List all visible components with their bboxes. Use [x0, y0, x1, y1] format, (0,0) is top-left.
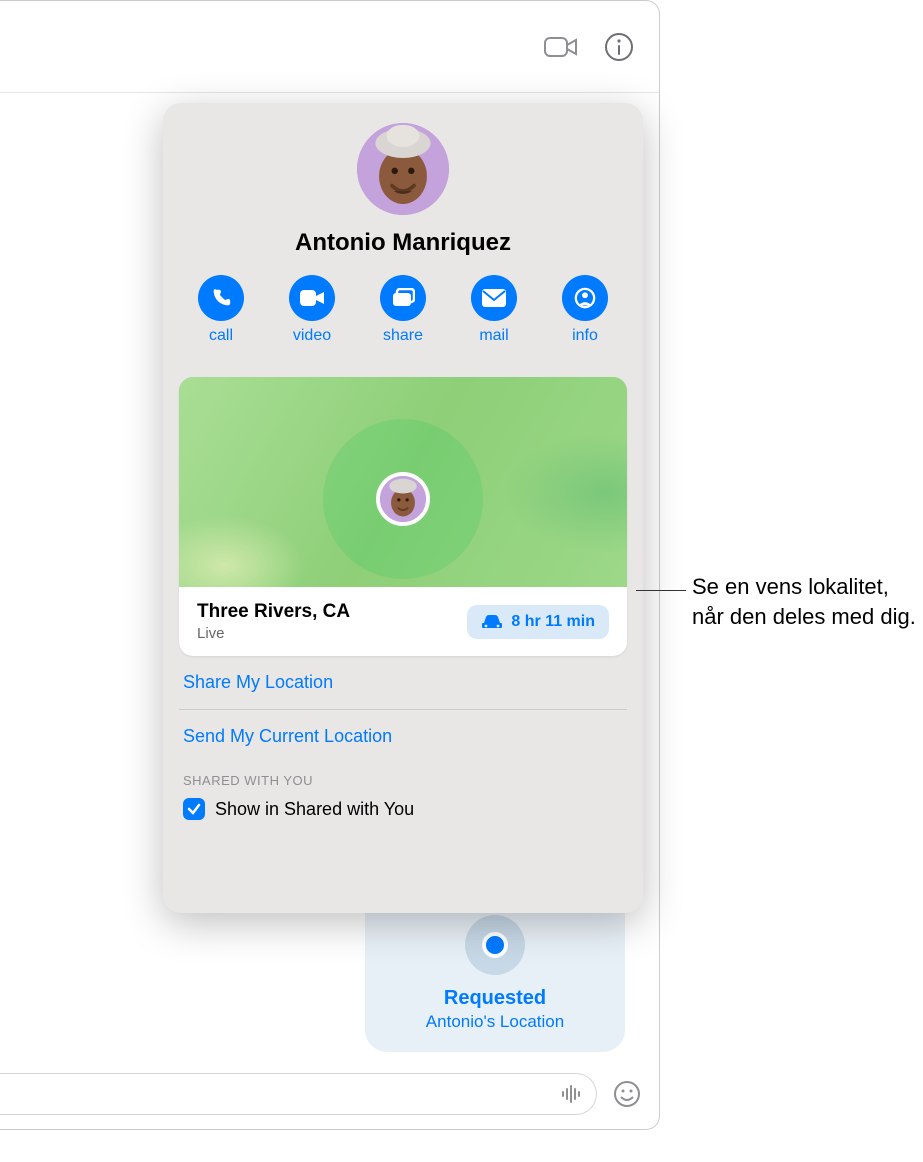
location-pin-icon	[465, 915, 525, 975]
callout-line	[636, 590, 686, 591]
contact-action-row: call video share	[183, 275, 623, 345]
waveform-icon	[561, 1085, 583, 1103]
bubble-title: Requested	[444, 987, 546, 1010]
bubble-subtitle: Antonio's Location	[426, 1012, 564, 1032]
message-input[interactable]	[0, 1073, 597, 1115]
contact-name: Antonio Manriquez	[295, 229, 511, 257]
location-request-bubble[interactable]: Requested Antonio's Location	[365, 891, 625, 1052]
mail-button[interactable]: mail	[462, 275, 526, 345]
facetime-button[interactable]	[543, 29, 579, 65]
show-shared-label: Show in Shared with You	[215, 799, 414, 820]
map-info-row: Three Rivers, CA Live 8 hr 11 min	[179, 587, 627, 656]
share-my-location-link[interactable]: Share My Location	[179, 656, 627, 709]
checkbox-checked-icon[interactable]	[183, 798, 205, 820]
video-icon	[300, 290, 324, 306]
contact-avatar[interactable]	[357, 123, 449, 215]
video-button[interactable]: video	[280, 275, 344, 345]
emoji-button[interactable]	[611, 1078, 643, 1110]
info-label: info	[572, 327, 598, 345]
shared-section-title: SHARED WITH YOU	[163, 763, 643, 792]
send-current-location-link[interactable]: Send My Current Location	[179, 710, 627, 763]
popover-header: Antonio Manriquez call video	[163, 103, 643, 355]
messages-window: Requested Antonio's Location	[0, 0, 660, 1130]
location-map-card[interactable]: Three Rivers, CA Live 8 hr 11 min	[179, 377, 627, 656]
info-button[interactable]: info	[553, 275, 617, 345]
details-button[interactable]	[601, 29, 637, 65]
memoji-icon	[380, 476, 426, 522]
location-name: Three Rivers, CA	[197, 601, 350, 623]
call-button[interactable]: call	[189, 275, 253, 345]
share-button[interactable]: share	[371, 275, 435, 345]
mail-label: mail	[479, 327, 508, 345]
map-contact-pin	[376, 472, 430, 526]
smiley-icon	[613, 1080, 641, 1108]
phone-icon	[210, 287, 232, 309]
person-icon	[574, 287, 596, 309]
memoji-icon	[357, 123, 449, 215]
location-status: Live	[197, 625, 350, 642]
audio-record-button[interactable]	[558, 1080, 586, 1108]
mail-icon	[482, 289, 506, 307]
eta-text: 8 hr 11 min	[511, 613, 595, 631]
conversation-toolbar	[0, 1, 659, 93]
directions-button[interactable]: 8 hr 11 min	[467, 605, 609, 639]
contact-details-popover: Antonio Manriquez call video	[163, 103, 643, 913]
car-icon	[481, 614, 503, 630]
call-label: call	[209, 327, 233, 345]
map-view[interactable]	[179, 377, 627, 587]
show-shared-with-you-row[interactable]: Show in Shared with You	[163, 792, 643, 820]
video-label: video	[293, 327, 331, 345]
share-label: share	[383, 327, 423, 345]
video-icon	[543, 35, 579, 59]
callout-text: Se en vens lokalitet, når den deles med …	[692, 572, 918, 631]
share-screen-icon	[391, 288, 415, 308]
info-icon	[603, 31, 635, 63]
message-input-bar	[0, 1071, 643, 1117]
location-links: Share My Location Send My Current Locati…	[163, 656, 643, 763]
